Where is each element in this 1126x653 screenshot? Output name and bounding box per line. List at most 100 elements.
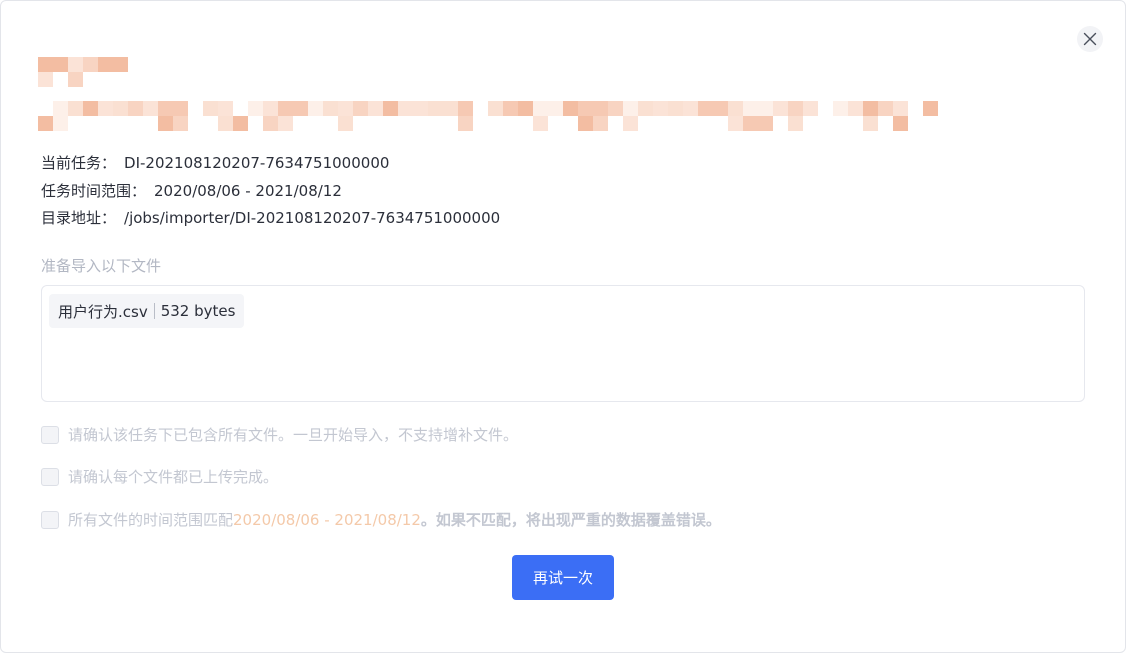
file-list: 用户行为.csv 532 bytes	[41, 285, 1085, 402]
redaction-pixel	[653, 101, 668, 116]
redaction-pixel	[203, 101, 218, 116]
current-task-value: DI-202108120207-7634751000000	[124, 154, 390, 172]
redaction-pixel	[578, 116, 593, 131]
redaction-pixel	[413, 116, 428, 131]
redaction-pixel	[398, 101, 413, 116]
redaction-pixel	[173, 116, 188, 131]
redaction-pixel	[563, 101, 578, 116]
redaction-pixel	[68, 116, 83, 131]
redaction-pixel	[728, 116, 743, 131]
redaction-pixel	[98, 116, 113, 131]
redaction-pixel	[458, 116, 473, 131]
retry-button[interactable]: 再试一次	[512, 555, 614, 600]
redaction-pixel	[38, 116, 53, 131]
redaction-pixel	[98, 101, 113, 116]
redaction-pixel	[188, 101, 203, 116]
redaction-pixel	[353, 116, 368, 131]
redaction-pixel	[68, 101, 83, 116]
redaction-pixel	[338, 101, 353, 116]
redaction-pixel	[368, 116, 383, 131]
checkbox-box[interactable]	[41, 467, 59, 486]
redaction-pixel	[653, 116, 668, 131]
redaction-pixel	[98, 57, 113, 72]
redaction-pixel	[293, 116, 308, 131]
redaction-pixel	[848, 116, 863, 131]
redaction-pixel	[698, 116, 713, 131]
redaction-pixel	[863, 101, 878, 116]
current-task-label: 当前任务：	[41, 154, 117, 172]
redaction-pixel	[338, 116, 353, 131]
redaction-pixel	[278, 101, 293, 116]
redaction-pixel	[113, 101, 128, 116]
close-icon	[1083, 32, 1097, 46]
redaction-pixel	[263, 116, 278, 131]
redaction-pixel	[518, 116, 533, 131]
confirm-all-files-label: 请确认该任务下已包含所有文件。一旦开始导入，不支持增补文件。	[68, 426, 519, 444]
redaction-pixel	[773, 116, 788, 131]
redaction-pixel	[668, 116, 683, 131]
redaction-pixel	[113, 57, 128, 72]
confirm-uploaded-label: 请确认每个文件都已上传完成。	[68, 468, 279, 486]
redaction-pixel	[293, 101, 308, 116]
redaction-pixel	[113, 72, 128, 87]
redaction-pixel	[83, 116, 98, 131]
redaction-pixel	[83, 101, 98, 116]
redaction-pixel	[923, 116, 938, 131]
redaction-pixel	[158, 101, 173, 116]
redaction-pixel	[473, 116, 488, 131]
confirm-time-range-value: 2020/08/06 - 2021/08/12	[233, 510, 421, 529]
redaction-pixel	[323, 101, 338, 116]
close-button[interactable]	[1077, 26, 1103, 52]
redaction-pixel	[743, 116, 758, 131]
redaction-pixel	[428, 116, 443, 131]
confirm-all-files-checkbox[interactable]: 请确认该任务下已包含所有文件。一旦开始导入，不支持增补文件。	[41, 424, 518, 445]
redaction-pixel	[683, 101, 698, 116]
redaction-pixel	[218, 101, 233, 116]
redaction-pixel	[218, 116, 233, 131]
redaction-pixel	[593, 101, 608, 116]
redaction-pixel	[383, 101, 398, 116]
redaction-pixel	[608, 101, 623, 116]
redaction-pixel	[758, 116, 773, 131]
time-range-value: 2020/08/06 - 2021/08/12	[154, 181, 342, 200]
redaction-pixel	[503, 116, 518, 131]
redaction-pixel	[263, 101, 278, 116]
redaction-pixel	[323, 116, 338, 131]
redaction-pixel	[428, 101, 443, 116]
redaction-pixel	[383, 116, 398, 131]
current-task-row: 当前任务： DI-202108120207-7634751000000	[41, 150, 500, 178]
redaction-pixel	[368, 101, 383, 116]
redaction-pixel	[668, 101, 683, 116]
redaction-pixel	[818, 101, 833, 116]
checkbox-box[interactable]	[41, 510, 59, 529]
redaction-pixel	[53, 116, 68, 131]
redacted-title	[38, 57, 128, 87]
import-dialog: 当前任务： DI-202108120207-7634751000000 任务时间范…	[0, 0, 1126, 653]
time-range-label: 任务时间范围：	[41, 181, 147, 200]
redaction-pixel	[248, 116, 263, 131]
redaction-pixel	[623, 101, 638, 116]
redaction-pixel	[413, 101, 428, 116]
redaction-pixel	[908, 116, 923, 131]
redaction-pixel	[518, 101, 533, 116]
redaction-pixel	[848, 101, 863, 116]
redaction-pixel	[758, 101, 773, 116]
redaction-pixel	[53, 101, 68, 116]
redaction-pixel	[893, 101, 908, 116]
redaction-pixel	[683, 116, 698, 131]
redaction-pixel	[698, 101, 713, 116]
redaction-pixel	[68, 72, 83, 87]
redaction-pixel	[788, 116, 803, 131]
redaction-pixel	[83, 72, 98, 87]
redaction-pixel	[788, 101, 803, 116]
confirm-time-range-checkbox[interactable]: 所有文件的时间范围匹配 2020/08/06 - 2021/08/12 。如果不匹…	[41, 509, 721, 530]
divider	[153, 303, 155, 319]
redaction-pixel	[533, 116, 548, 131]
file-tag[interactable]: 用户行为.csv 532 bytes	[49, 294, 245, 328]
redaction-pixel	[308, 116, 323, 131]
directory-label: 目录地址：	[41, 209, 117, 227]
confirm-uploaded-checkbox[interactable]: 请确认每个文件都已上传完成。	[41, 466, 278, 487]
checkbox-box[interactable]	[41, 425, 59, 444]
redaction-pixel	[893, 116, 908, 131]
redaction-pixel	[83, 57, 98, 72]
